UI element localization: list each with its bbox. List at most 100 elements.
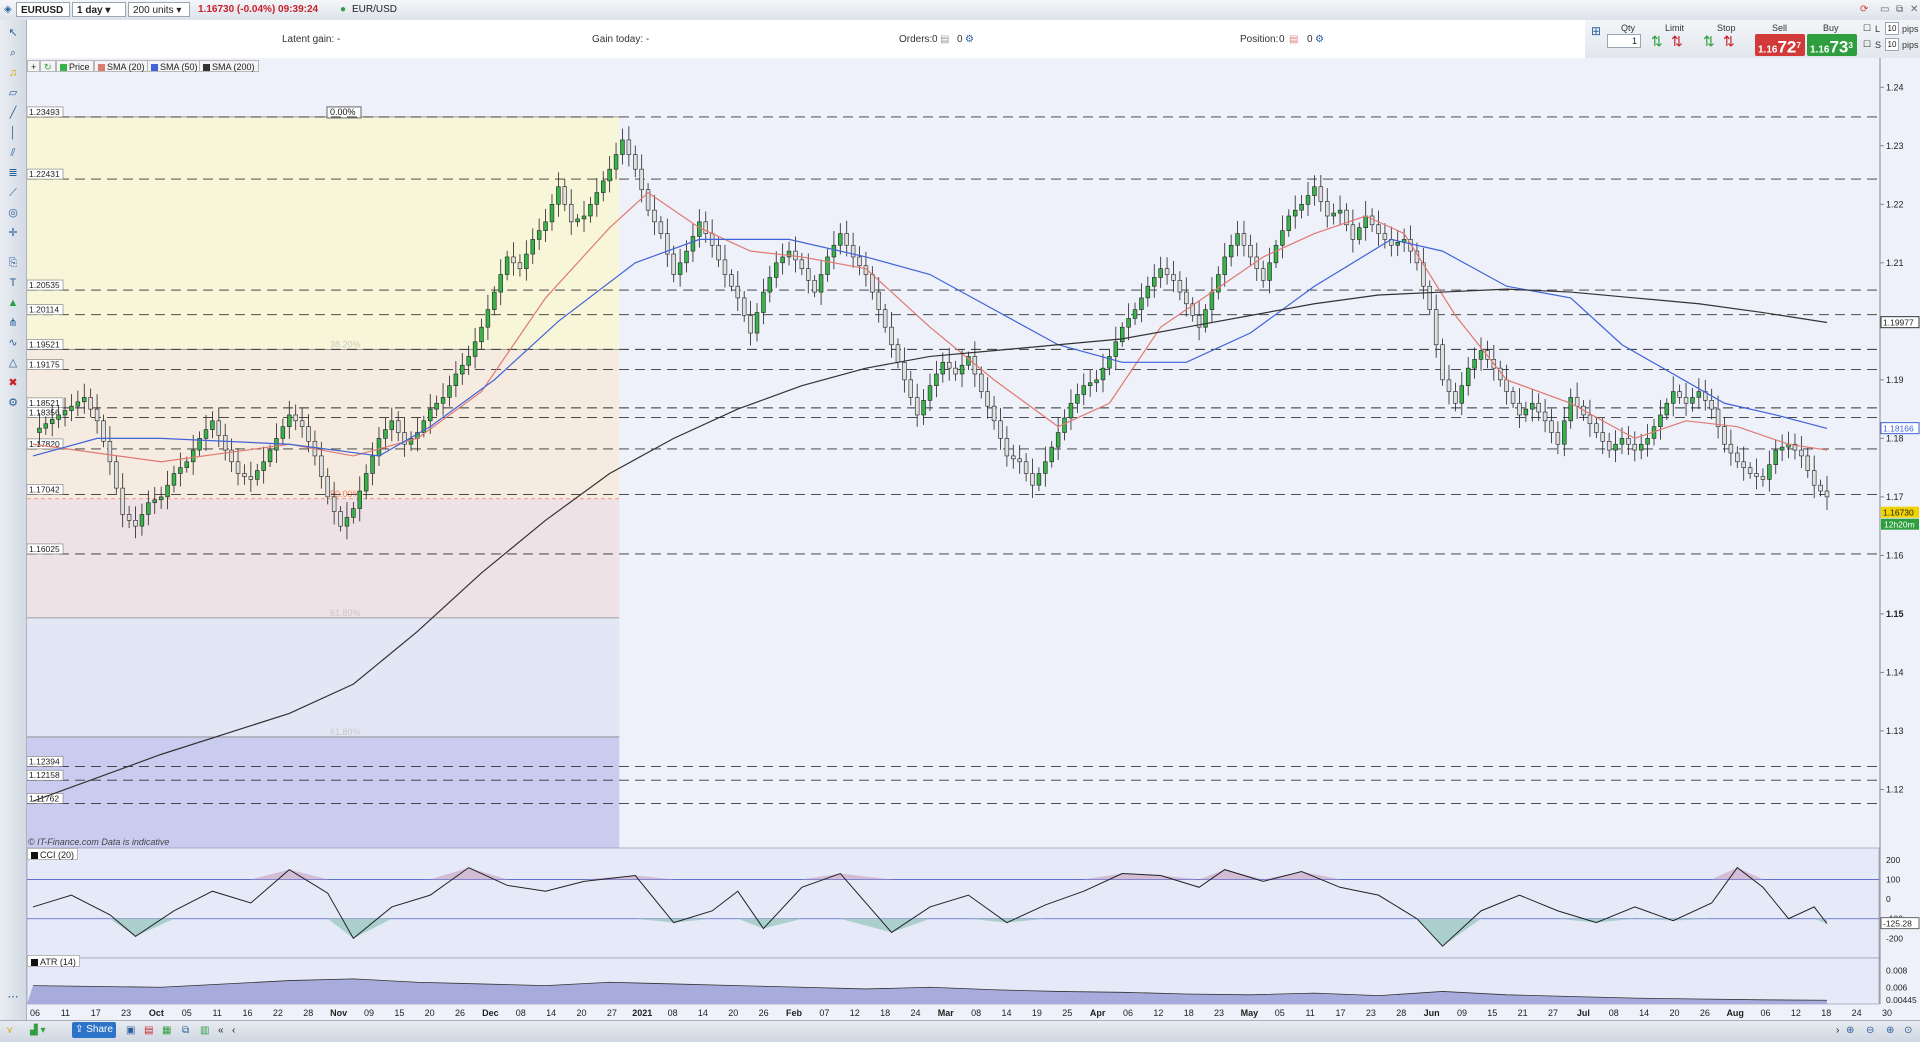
candle-body: [1677, 391, 1682, 398]
zoom-in-icon[interactable]: ⊕: [1886, 1025, 1894, 1036]
candle-body: [306, 426, 311, 442]
candle-body: [594, 192, 600, 205]
scroll-right-icon[interactable]: ›: [1836, 1025, 1839, 1036]
legend-sma200[interactable]: SMA (200): [199, 60, 259, 72]
limit-sell-icon[interactable]: ⇅: [1671, 33, 1683, 50]
candle-body: [1427, 285, 1432, 310]
calculator-icon[interactable]: ⊞: [1591, 24, 1601, 38]
zoom-out-icon[interactable]: ⊖: [1866, 1025, 1874, 1036]
price-tick-label: 1.14: [1886, 667, 1904, 677]
orders-settings-icon[interactable]: ⚙: [965, 34, 974, 45]
maximize-icon[interactable]: ⧉: [1896, 3, 1903, 17]
export-icon[interactable]: ▦: [162, 1025, 171, 1036]
cci-label[interactable]: CCI (20): [27, 848, 79, 860]
more-tools-icon[interactable]: ⋯: [5, 990, 21, 1004]
legend-price[interactable]: Price: [56, 60, 94, 72]
units-select[interactable]: 200 units ▾: [128, 2, 190, 17]
buy-button[interactable]: 1.16733: [1807, 34, 1857, 56]
legend-sma50[interactable]: SMA (50): [147, 60, 202, 72]
position-list-icon[interactable]: ▤: [1289, 34, 1298, 45]
price-tick-label: 1.23: [1886, 141, 1904, 151]
candle-body: [946, 361, 952, 369]
candle-body: [1600, 432, 1605, 442]
pattern-icon[interactable]: △: [5, 356, 21, 370]
candle-body: [1363, 215, 1368, 229]
orders-list-icon[interactable]: ▤: [940, 34, 949, 45]
position-settings-icon[interactable]: ⚙: [1315, 34, 1324, 45]
crosshair-icon[interactable]: ✛: [5, 226, 21, 240]
wave-icon[interactable]: ∿: [5, 336, 21, 350]
candle-body: [1683, 397, 1689, 404]
pitchfork-icon[interactable]: ⋔: [5, 316, 21, 330]
screenshot-icon[interactable]: ▣: [126, 1025, 135, 1036]
scroll-start-icon[interactable]: «: [218, 1025, 224, 1036]
symbol-select[interactable]: EURUSD ▾: [16, 2, 70, 31]
zoom-reset-icon[interactable]: ⊙: [1904, 1025, 1912, 1036]
cycle-icon[interactable]: ◎: [5, 206, 21, 220]
candle-body: [748, 315, 753, 334]
gann-icon[interactable]: ⟋: [5, 186, 21, 200]
delete-icon[interactable]: ✖: [5, 376, 21, 390]
candle-body: [287, 414, 292, 427]
candle-body: [293, 414, 298, 422]
sell-button[interactable]: 1.16727: [1755, 34, 1805, 56]
minimize-icon[interactable]: ▭: [1880, 3, 1889, 17]
cursor-icon[interactable]: ↖: [5, 26, 21, 40]
drawing-tools-sidebar: ↖ ⌕ ♫ ▱ ╱ │ ⫽ ≣ ⟋ ◎ ✛ ⎘ T ▲ ⋔ ∿ △ ✖ ⚙ ⋯: [0, 20, 27, 1020]
stop-buy-icon[interactable]: ⇅: [1703, 33, 1715, 50]
add-indicator-icon[interactable]: +: [27, 60, 41, 72]
legend-sma20[interactable]: SMA (20): [94, 60, 149, 72]
candle-body: [1453, 391, 1458, 404]
limit-checkbox[interactable]: ☐: [1863, 23, 1871, 34]
alert-bell-icon[interactable]: ♫: [5, 66, 21, 80]
layout-icon[interactable]: ⧉: [182, 1025, 189, 1036]
refresh-icon[interactable]: ⟳: [1860, 3, 1868, 17]
x-tick-label: Apr: [1090, 1008, 1106, 1018]
template-icon[interactable]: ▥: [200, 1025, 209, 1036]
copy-icon[interactable]: ⎘: [5, 256, 21, 270]
trendline-icon[interactable]: ╱: [5, 106, 21, 120]
channel-icon[interactable]: ⫽: [5, 146, 21, 160]
app-icon[interactable]: ◈: [4, 3, 12, 17]
chart-canvas[interactable]: 0.00%38.20%50.00%61.80%61.80%1.234931.22…: [27, 58, 1920, 1020]
indicator-icon[interactable]: ⋎: [6, 1025, 13, 1036]
fibonacci-icon[interactable]: ≣: [5, 166, 21, 180]
x-tick-label: 24: [910, 1008, 920, 1018]
vertical-line-icon[interactable]: │: [5, 126, 21, 140]
candle-body: [1030, 473, 1035, 486]
zoom-icon[interactable]: ⌕: [5, 46, 21, 60]
stop-pips-input[interactable]: 10: [1885, 38, 1899, 51]
zoom-fit-icon[interactable]: ⊕: [1846, 1025, 1854, 1036]
candle-body: [222, 435, 228, 451]
x-tick-label: 08: [1609, 1008, 1619, 1018]
atr-label[interactable]: ATR (14): [27, 955, 80, 967]
settings-icon[interactable]: ⚙: [5, 396, 21, 410]
chart-type-icon[interactable]: ▟ ▾: [30, 1025, 46, 1036]
candle-body: [1523, 408, 1529, 416]
share-button[interactable]: ⇪ Share: [72, 1022, 116, 1038]
candle-body: [639, 168, 644, 190]
x-tick-label: 15: [1487, 1008, 1497, 1018]
x-tick-label: Nov: [330, 1008, 347, 1018]
fib-label-1: 38.20%: [330, 339, 361, 349]
scroll-left-icon[interactable]: ‹: [232, 1025, 235, 1036]
limit-buy-icon[interactable]: ⇅: [1651, 33, 1663, 50]
candle-body: [1767, 464, 1772, 480]
price-tick-label: 1.24: [1886, 82, 1904, 92]
limit-pips-input[interactable]: 10: [1885, 22, 1899, 35]
stop-sell-icon[interactable]: ⇅: [1723, 33, 1735, 50]
candle-body: [1331, 212, 1336, 217]
interval-select[interactable]: 1 day ▾: [72, 2, 126, 17]
ruler-icon[interactable]: ▱: [5, 86, 21, 100]
candle-body: [633, 154, 638, 170]
refresh-indicator-icon[interactable]: ↻: [40, 60, 56, 72]
text-icon[interactable]: T: [5, 276, 21, 290]
print-icon[interactable]: ▤: [144, 1025, 153, 1036]
x-tick-label: 06: [1761, 1008, 1771, 1018]
arrow-up-icon[interactable]: ▲: [5, 296, 21, 310]
close-icon[interactable]: ✕: [1910, 3, 1918, 17]
stop-checkbox[interactable]: ☐: [1863, 39, 1871, 50]
candle-body: [1536, 402, 1541, 413]
qty-input[interactable]: 1: [1607, 34, 1641, 48]
candle-body: [934, 373, 939, 387]
